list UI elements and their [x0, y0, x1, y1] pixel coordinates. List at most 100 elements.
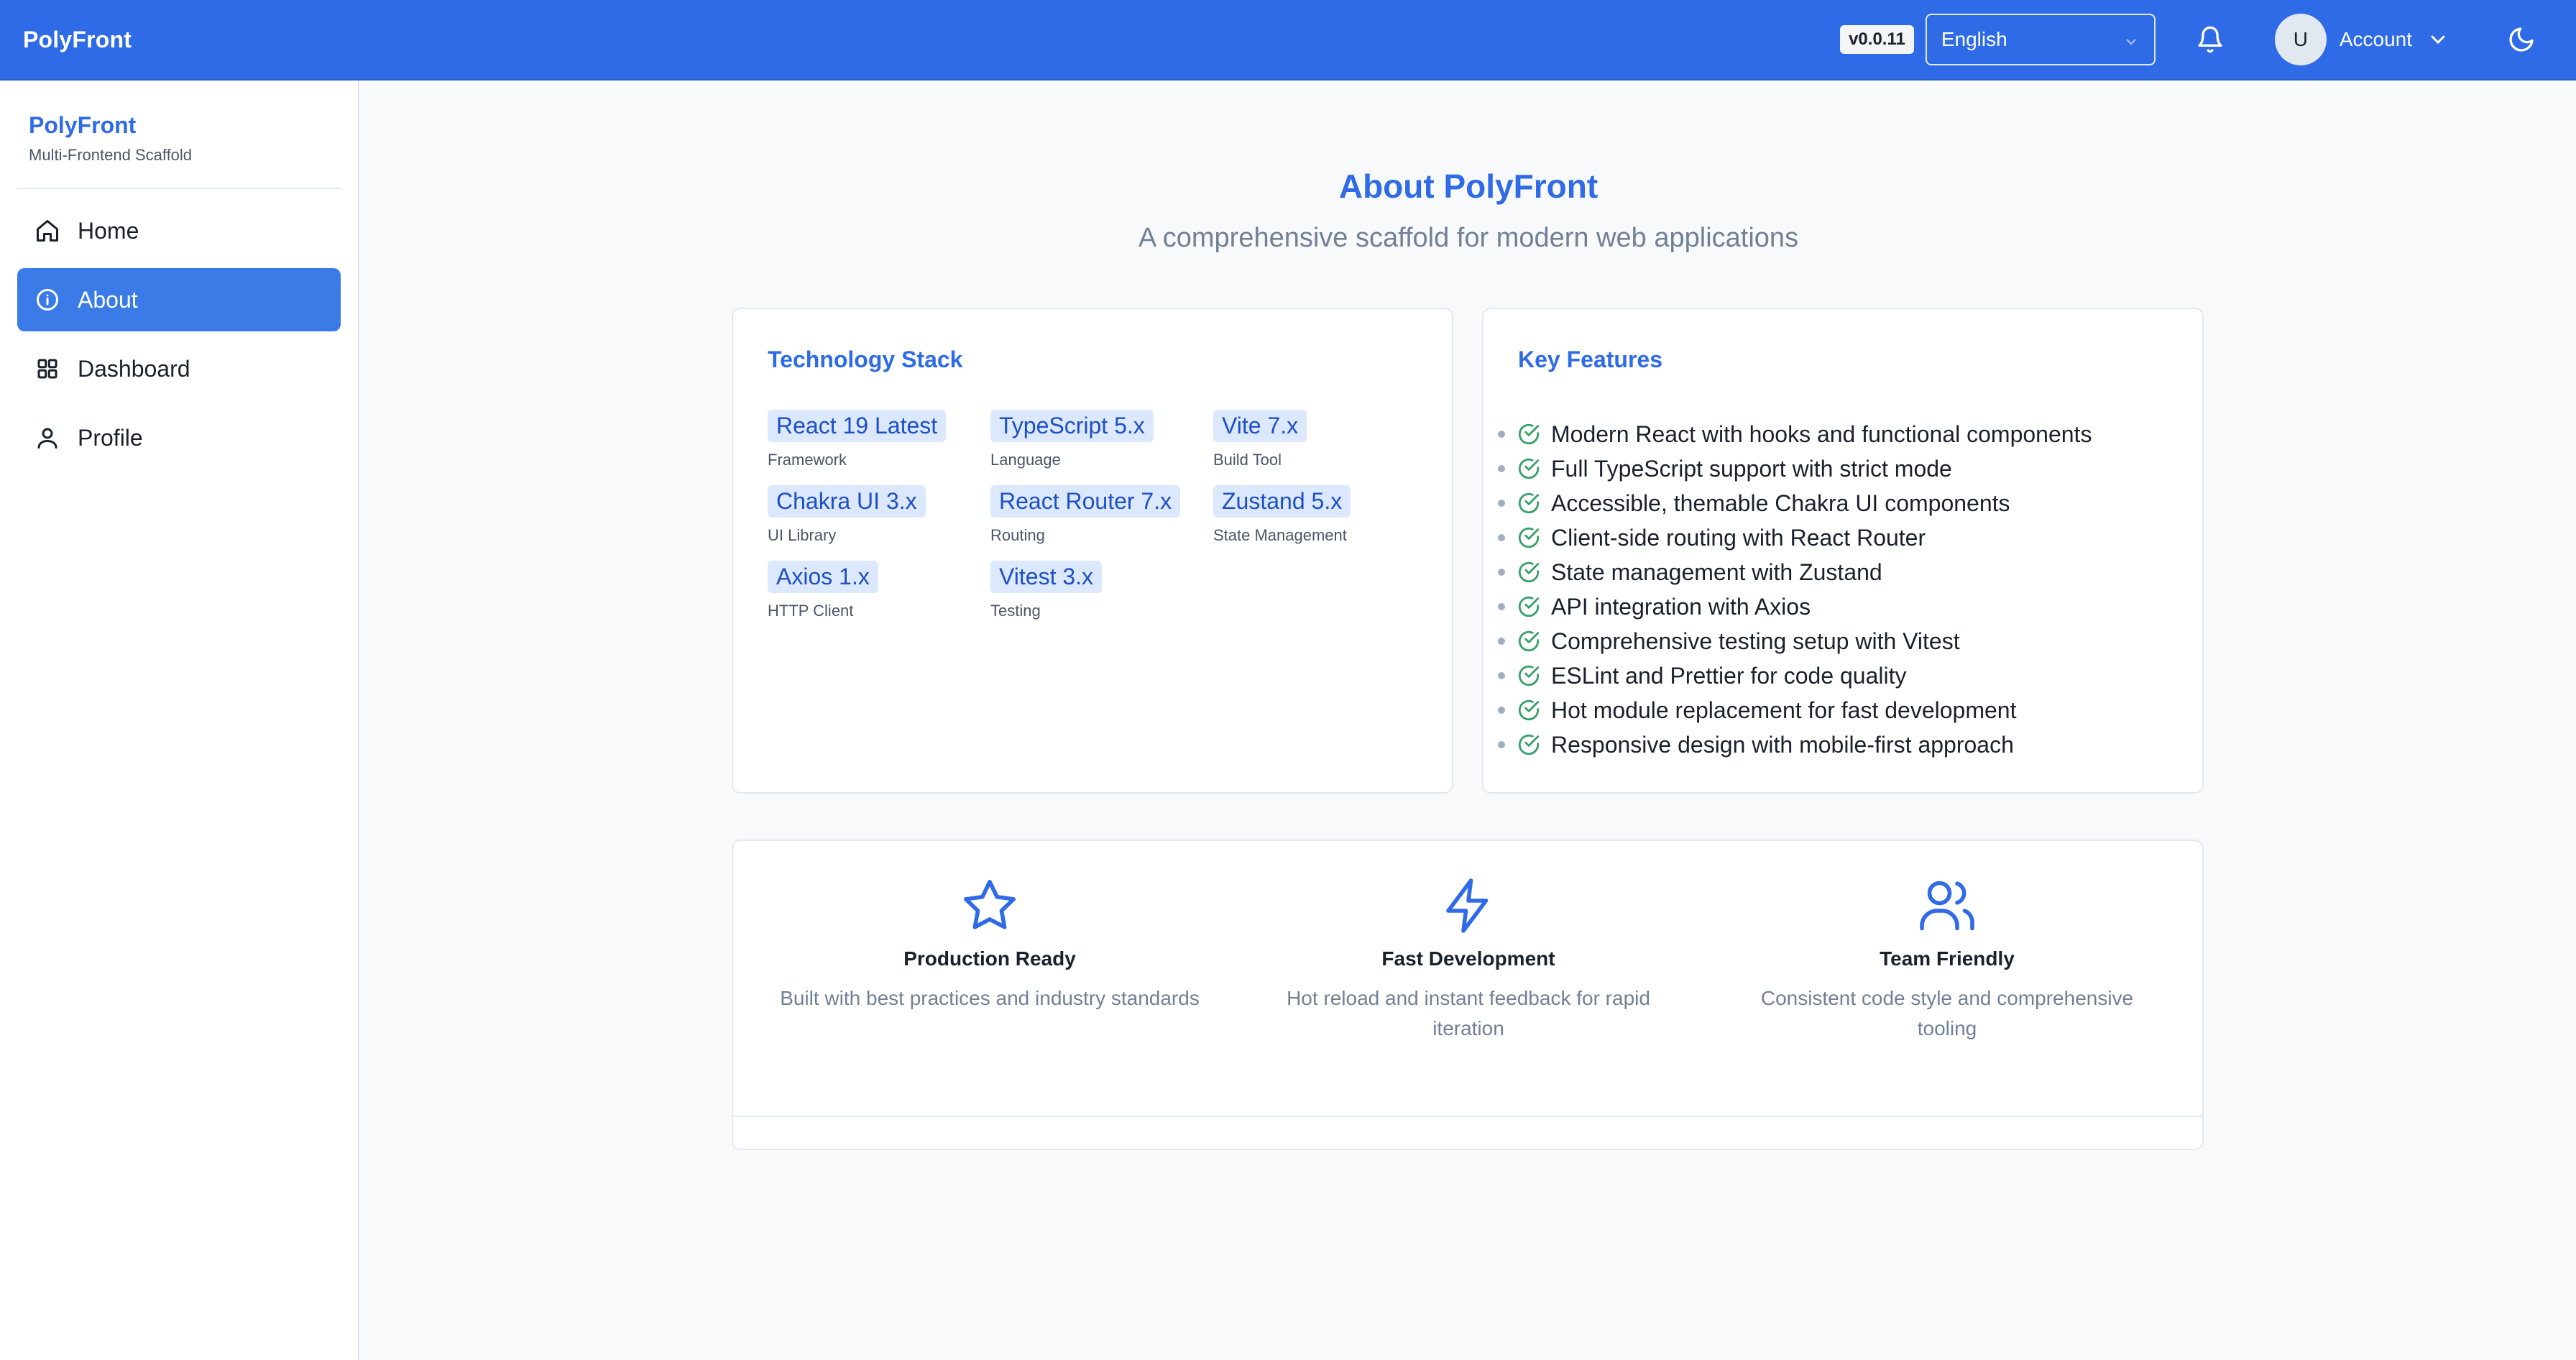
highlights-card: Production Ready Built with best practic…	[732, 840, 2204, 1150]
check-circle-icon	[1517, 525, 1541, 550]
brand-logo[interactable]: PolyFront	[23, 27, 132, 53]
sidebar-item-profile[interactable]: Profile	[17, 406, 341, 469]
tech-stack-grid: React 19 Latest Framework TypeScript 5.x L…	[768, 410, 1429, 620]
list-item: API integration with Axios	[1498, 589, 2092, 624]
star-icon	[750, 876, 1229, 936]
check-circle-icon	[1517, 422, 1541, 446]
tech-tag: Axios 1.x	[768, 561, 878, 593]
top-bar: PolyFront v0.0.11 English U Account	[0, 0, 2576, 81]
info-icon	[34, 287, 60, 313]
home-icon	[34, 218, 60, 244]
theme-toggle-button[interactable]	[2501, 19, 2542, 60]
tech-item: Chakra UI 3.x UI Library	[768, 485, 990, 545]
key-features-card: Key Features Modern React with hooks and…	[1482, 308, 2204, 794]
feature-text: Comprehensive testing setup with Vitest	[1551, 628, 1960, 654]
tech-category: Testing	[990, 602, 1041, 620]
tech-item: Axios 1.x HTTP Client	[768, 561, 990, 620]
highlight-fast-development: Fast Development Hot reload and instant …	[1229, 876, 1708, 1044]
highlight-description: Hot reload and instant feedback for rapi…	[1287, 987, 1650, 1039]
sidebar-item-label: Dashboard	[78, 355, 190, 382]
feature-text: Full TypeScript support with strict mode	[1551, 455, 1952, 482]
version-badge: v0.0.11	[1840, 25, 1914, 54]
sidebar-header: PolyFront Multi-Frontend Scaffold	[17, 81, 341, 189]
tech-item: Vitest 3.x Testing	[990, 561, 1213, 620]
tech-tag: Chakra UI 3.x	[768, 485, 926, 518]
bullet-dot	[1498, 569, 1505, 576]
feature-text: State management with Zustand	[1551, 559, 1882, 585]
check-circle-icon	[1517, 456, 1541, 481]
top-bar-actions: v0.0.11 English U Account	[1840, 0, 2553, 79]
highlight-description: Built with best practices and industry s…	[780, 987, 1200, 1009]
list-item: ESLint and Prettier for code quality	[1498, 658, 2092, 693]
tech-category: State Management	[1213, 526, 1347, 544]
highlight-description: Consistent code style and comprehensive …	[1760, 987, 2134, 1039]
check-circle-icon	[1517, 698, 1541, 722]
key-features-title: Key Features	[1518, 346, 1662, 372]
tech-item: React Router 7.x Routing	[990, 485, 1213, 545]
language-select[interactable]: English	[1925, 14, 2156, 65]
sidebar-item-label: About	[78, 286, 138, 313]
feature-text: ESLint and Prettier for code quality	[1551, 662, 1907, 689]
highlight-production-ready: Production Ready Built with best practic…	[750, 876, 1229, 1044]
account-label: Account	[2339, 28, 2412, 50]
tech-tag: Vite 7.x	[1213, 410, 1307, 442]
tech-category: Build Tool	[1213, 451, 1282, 469]
bullet-dot	[1498, 638, 1505, 645]
sidebar-item-about[interactable]: About	[17, 268, 341, 331]
list-item: State management with Zustand	[1498, 555, 2092, 589]
tech-category: UI Library	[768, 526, 837, 544]
tech-item: Vite 7.x Build Tool	[1213, 410, 1429, 469]
tech-tag: React 19 Latest	[768, 410, 947, 442]
chevron-down-icon	[2122, 32, 2140, 55]
list-item: Responsive design with mobile-first appr…	[1498, 727, 2092, 762]
check-circle-icon	[1517, 663, 1541, 688]
tech-item: TypeScript 5.x Language	[990, 410, 1213, 469]
tech-category: Language	[990, 451, 1061, 469]
feature-text: Hot module replacement for fast developm…	[1551, 697, 2017, 723]
list-item: Comprehensive testing setup with Vitest	[1498, 624, 2092, 658]
highlights-row: Production Ready Built with best practic…	[733, 876, 2202, 1044]
tech-category: HTTP Client	[768, 602, 854, 620]
check-circle-icon	[1517, 594, 1541, 619]
page-title: About PolyFront	[1338, 167, 1598, 205]
lightning-icon	[1229, 876, 1708, 936]
list-item: Hot module replacement for fast developm…	[1498, 693, 2092, 727]
main-content: About PolyFront A comprehensive scaffold…	[361, 81, 2576, 1360]
check-circle-icon	[1517, 560, 1541, 584]
bullet-dot	[1498, 672, 1505, 679]
highlight-title: Team Friendly	[1880, 947, 2015, 970]
divider	[732, 1116, 2204, 1117]
sidebar-nav: Home About Dashboard Profile	[17, 199, 341, 469]
feature-text: Modern React with hooks and functional c…	[1551, 421, 2092, 447]
list-item: Client-side routing with React Router	[1498, 520, 2092, 555]
features-list: Modern React with hooks and functional c…	[1498, 417, 2092, 762]
bell-icon	[2198, 26, 2222, 53]
account-menu[interactable]: U Account	[2274, 14, 2450, 65]
feature-text: Responsive design with mobile-first appr…	[1551, 731, 2014, 758]
notifications-button[interactable]	[2190, 19, 2230, 60]
check-circle-icon	[1517, 491, 1541, 515]
sidebar-item-label: Home	[78, 217, 139, 244]
bullet-dot	[1498, 431, 1505, 438]
bullet-dot	[1498, 500, 1505, 507]
list-item: Accessible, themable Chakra UI component…	[1498, 486, 2092, 520]
sidebar-item-home[interactable]: Home	[17, 199, 341, 262]
chevron-down-icon	[2431, 35, 2445, 45]
language-select-value: English	[1941, 28, 2007, 50]
feature-text: Accessible, themable Chakra UI component…	[1551, 490, 2010, 516]
user-icon	[34, 425, 60, 451]
tech-tag: Vitest 3.x	[990, 561, 1103, 593]
tech-stack-title: Technology Stack	[768, 346, 963, 372]
tech-tag: Zustand 5.x	[1213, 485, 1351, 518]
tech-tag: React Router 7.x	[990, 485, 1181, 518]
tech-tag: TypeScript 5.x	[990, 410, 1154, 442]
tech-stack-card: Technology Stack React 19 Latest Framewor…	[732, 308, 1453, 794]
list-item: Full TypeScript support with strict mode	[1498, 451, 2092, 486]
bullet-dot	[1498, 465, 1505, 472]
sidebar-title: PolyFront	[29, 112, 137, 138]
page-subtitle: A comprehensive scaffold for modern web …	[1138, 223, 1799, 253]
bullet-dot	[1498, 741, 1505, 748]
sidebar-item-dashboard[interactable]: Dashboard	[17, 337, 341, 400]
highlight-team-friendly: Team Friendly Consistent code style and …	[1708, 876, 2186, 1044]
bullet-dot	[1498, 534, 1505, 541]
